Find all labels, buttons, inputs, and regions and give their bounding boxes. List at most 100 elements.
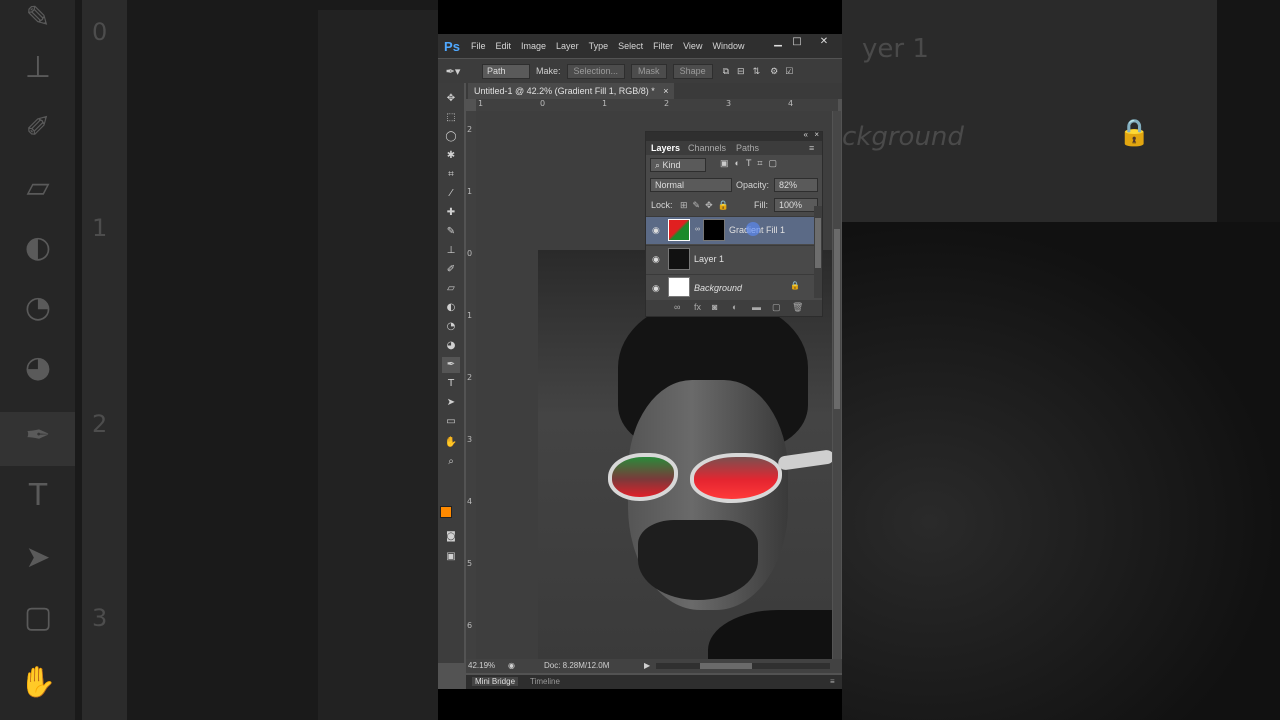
path-operations-icon[interactable]: ⧉ (719, 66, 733, 77)
left-lens (608, 453, 678, 501)
paint-bucket-icon[interactable]: ◐ (442, 300, 460, 316)
screen-mode-icon[interactable]: ▣ (442, 549, 460, 565)
collapse-icon[interactable]: « (804, 130, 808, 139)
selection-button[interactable]: Selection... (566, 63, 626, 79)
pen-tool-preset-icon[interactable]: ✒▾ (438, 65, 468, 78)
hand-tool-icon[interactable]: ✋ (442, 435, 460, 451)
ruler-tick: 1 (467, 311, 473, 320)
chain-link-icon[interactable]: ∞ (695, 226, 700, 233)
rectangle-tool-icon[interactable]: ▭ (442, 414, 460, 430)
new-layer-icon[interactable]: ▢ (772, 302, 781, 313)
menu-edit[interactable]: Edit (491, 41, 517, 51)
dodge-tool-icon[interactable]: ◕ (442, 338, 460, 354)
zoomed-layer-name: yer 1 (862, 34, 929, 64)
blur-tool-icon[interactable]: ◔ (442, 319, 460, 335)
new-group-icon[interactable]: ▬ (752, 302, 761, 312)
pen-tool-icon[interactable]: ✒ (442, 357, 460, 373)
layer-name: Background (694, 283, 743, 293)
vertical-scrollbar[interactable] (833, 111, 841, 659)
menu-select[interactable]: Select (613, 41, 648, 51)
status-info-icon[interactable]: ◉ (508, 661, 515, 670)
add-mask-icon[interactable]: ◙ (712, 302, 717, 312)
layer-thumbnail (668, 277, 690, 297)
tab-paths[interactable]: Paths (736, 143, 759, 153)
tab-channels[interactable]: Channels (688, 143, 726, 153)
layer-row-background[interactable]: ◉ Background 🔒 (646, 274, 814, 298)
close-tab-icon[interactable]: × (663, 86, 668, 96)
mask-thumbnail[interactable] (703, 219, 725, 241)
move-tool-icon[interactable]: ✥ (442, 91, 460, 107)
auto-add-delete-checkbox[interactable]: ☑ (784, 66, 794, 77)
maximize-button[interactable]: □ (787, 36, 807, 47)
foreground-color-swatch[interactable] (440, 506, 452, 518)
tab-mini-bridge[interactable]: Mini Bridge (472, 677, 519, 686)
panel-header[interactable]: « × (646, 130, 822, 141)
blend-mode-dropdown[interactable]: Normal (650, 178, 732, 192)
layers-scrollbar[interactable] (814, 206, 822, 298)
menu-filter[interactable]: Filter (648, 41, 678, 51)
layer-row-gradient-fill[interactable]: ◉ ∞ Gradient Fill 1 (646, 216, 814, 244)
path-mode-dropdown[interactable]: Path (482, 63, 530, 79)
menu-image[interactable]: Image (516, 41, 551, 51)
path-selection-icon[interactable]: ➤ (442, 395, 460, 411)
adjustment-layer-icon[interactable]: ◐ (732, 302, 737, 312)
layer-thumbnail (668, 248, 690, 270)
panel-close-icon[interactable]: × (814, 130, 819, 139)
fill-label: Fill: (754, 200, 768, 210)
path-selection-icon: ➤ (25, 540, 51, 575)
vertical-scroll-thumb[interactable] (834, 229, 840, 409)
brush-tool-icon[interactable]: ✎ (442, 224, 460, 240)
layer-row-layer-1[interactable]: ◉ Layer 1 (646, 245, 814, 273)
eye-icon[interactable]: ◉ (652, 254, 660, 265)
ruler-tick: 1 (602, 99, 608, 108)
menu-window[interactable]: Window (707, 41, 749, 51)
path-alignment-icon[interactable]: ⊟ (733, 66, 749, 77)
filter-kind-dropdown[interactable]: ⌕ Kind (650, 158, 706, 172)
layers-footer: ∞ fx ◙ ◐ ▬ ▢ 🗑 (646, 300, 822, 316)
clone-stamp-icon[interactable]: ⊥ (442, 243, 460, 259)
history-brush-icon[interactable]: ✐ (442, 262, 460, 278)
filter-icons[interactable]: ▣◐T⌗▢ (720, 158, 783, 169)
fill-input[interactable]: 100% (774, 198, 818, 212)
mask-button[interactable]: Mask (631, 63, 667, 79)
eye-icon[interactable]: ◉ (652, 225, 660, 236)
lock-icons[interactable]: ⊞✎✥🔒 (680, 200, 734, 211)
minimize-button[interactable]: ▁ (768, 36, 788, 47)
zoom-level[interactable]: 42.19% (468, 661, 495, 670)
eraser-tool-icon[interactable]: ▱ (442, 281, 460, 297)
layers-scroll-thumb[interactable] (815, 218, 821, 268)
tab-layers[interactable]: Layers (651, 143, 680, 153)
bottom-panel-menu-icon[interactable]: ≡ (830, 677, 835, 686)
menu-file[interactable]: File (466, 41, 491, 51)
gear-icon[interactable]: ⚙ (764, 66, 784, 77)
gradient-thumbnail (668, 219, 690, 241)
crop-tool-icon[interactable]: ⌗ (442, 167, 460, 183)
shape-button[interactable]: Shape (672, 63, 713, 79)
ruler-tick: 5 (467, 559, 473, 568)
path-arrangement-icon[interactable]: ⇅ (749, 66, 765, 77)
trash-icon[interactable]: 🗑 (792, 302, 803, 313)
lasso-tool-icon[interactable]: ◯ (442, 129, 460, 145)
panel-tabs: Layers Channels Paths ≡ (646, 141, 822, 155)
tab-timeline[interactable]: Timeline (530, 677, 560, 686)
eye-icon[interactable]: ◉ (652, 283, 660, 294)
marquee-tool-icon[interactable]: ⬚ (442, 110, 460, 126)
horizontal-scroll-thumb[interactable] (700, 663, 752, 669)
status-menu-arrow-icon[interactable]: ▶ (644, 661, 650, 670)
eyedropper-icon[interactable]: ⁄ (442, 186, 460, 202)
zoomed-canvas (318, 10, 438, 720)
zoom-tool-icon[interactable]: ⌕ (442, 454, 460, 470)
menu-view[interactable]: View (678, 41, 707, 51)
type-tool-icon[interactable]: T (442, 376, 460, 392)
menu-type[interactable]: Type (584, 41, 614, 51)
fx-icon[interactable]: fx (694, 302, 701, 312)
magic-wand-icon[interactable]: ✱ (442, 148, 460, 164)
link-layers-icon[interactable]: ∞ (674, 302, 680, 312)
close-button[interactable]: ✕ (814, 36, 834, 47)
quick-mask-icon[interactable]: ◙ (442, 529, 460, 545)
menu-layer[interactable]: Layer (551, 41, 584, 51)
document-tab[interactable]: Untitled-1 @ 42.2% (Gradient Fill 1, RGB… (468, 83, 675, 99)
healing-brush-icon[interactable]: ✚ (442, 205, 460, 221)
panel-menu-icon[interactable]: ≡ (809, 143, 814, 153)
opacity-input[interactable]: 82% (774, 178, 818, 192)
